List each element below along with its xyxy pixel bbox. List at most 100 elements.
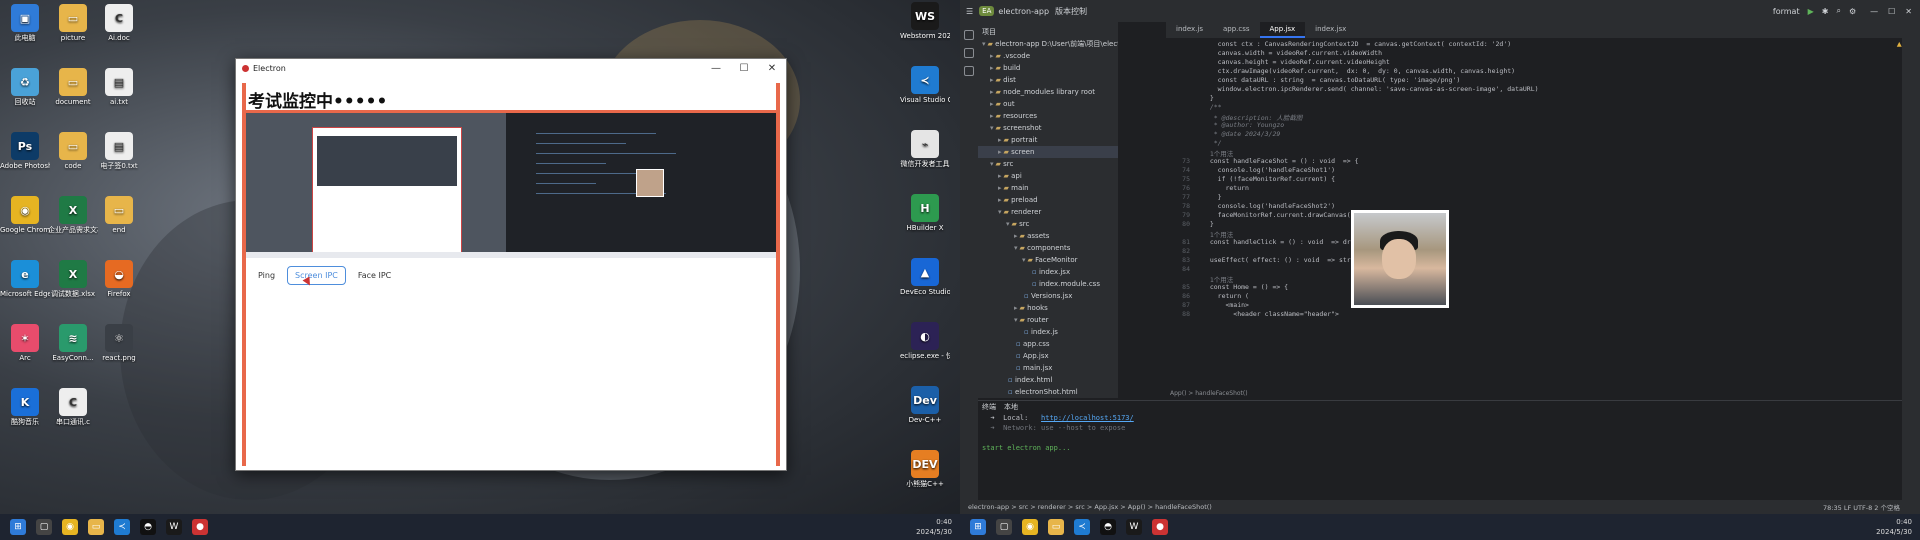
window-minimize-icon[interactable]: — bbox=[1870, 7, 1878, 16]
minimize-icon[interactable]: — bbox=[702, 63, 730, 74]
code-line[interactable]: return ( bbox=[1202, 292, 1249, 300]
window-maximize-icon[interactable]: ☐ bbox=[1888, 7, 1895, 16]
desktop-icon[interactable]: ◒ Firefox bbox=[94, 260, 144, 299]
task-view-icon[interactable]: ▢ bbox=[996, 519, 1012, 535]
structure-tool-icon[interactable] bbox=[964, 48, 974, 58]
code-line[interactable]: } bbox=[1202, 193, 1222, 201]
windows-start-icon[interactable]: ⊞ bbox=[10, 519, 26, 535]
tree-folder[interactable]: ▸ ▰ node_modules library root bbox=[978, 86, 1118, 98]
chrome-taskbar-icon[interactable]: ◉ bbox=[62, 519, 78, 535]
code-line[interactable]: } bbox=[1202, 94, 1214, 102]
code-line[interactable]: */ bbox=[1202, 139, 1222, 147]
desktop-icon[interactable]: C Ai.doc bbox=[94, 4, 144, 43]
chevron-right-icon[interactable]: ▸ bbox=[998, 184, 1002, 192]
vscode-taskbar-icon[interactable]: ≺ bbox=[1074, 519, 1090, 535]
desktop-icon[interactable]: K 酷狗音乐 bbox=[0, 388, 50, 427]
code-line[interactable]: canvas.height = videoRef.current.videoHe… bbox=[1202, 58, 1390, 66]
tree-file[interactable]: ▫ electronShot.html bbox=[978, 386, 1118, 398]
project-tool-icon[interactable] bbox=[964, 30, 974, 40]
code-line[interactable]: <main> bbox=[1202, 301, 1249, 309]
screen-ipc-button[interactable]: Screen IPC bbox=[287, 265, 346, 285]
chevron-down-icon[interactable]: ▾ bbox=[1014, 244, 1018, 252]
chevron-down-icon[interactable]: ▾ bbox=[1022, 256, 1026, 264]
project-switcher[interactable]: electron-app bbox=[998, 7, 1049, 16]
chevron-right-icon[interactable]: ▸ bbox=[998, 136, 1002, 144]
window-close-icon[interactable]: ✕ bbox=[1905, 7, 1912, 16]
run-config[interactable]: format bbox=[1773, 7, 1800, 16]
editor-breadcrumb[interactable]: App() > handleFaceShot() bbox=[1166, 390, 1920, 398]
face-ipc-button[interactable]: Face IPC bbox=[349, 265, 400, 285]
desktop-icon[interactable]: Ps Adobe Photosh... bbox=[0, 132, 50, 171]
code-line[interactable]: /** bbox=[1202, 103, 1222, 111]
editor-tab[interactable]: App.jsx bbox=[1259, 22, 1306, 38]
code-line[interactable]: const Home = () => { bbox=[1202, 283, 1288, 291]
code-line[interactable]: console.log('handleFaceShot1') bbox=[1202, 166, 1335, 174]
code-line[interactable]: <header className="header"> bbox=[1202, 310, 1339, 318]
terminal-tab[interactable]: 终端 bbox=[982, 402, 996, 412]
chevron-right-icon[interactable]: ▸ bbox=[990, 100, 994, 108]
electron-taskbar-icon[interactable]: ● bbox=[1152, 519, 1168, 535]
tree-file[interactable]: ▫ index.js bbox=[978, 326, 1118, 338]
hamburger-icon[interactable]: ☰ bbox=[966, 7, 973, 16]
status-right[interactable]: 78:35 LF UTF-8 2 个空格 bbox=[1823, 502, 1920, 512]
chevron-right-icon[interactable]: ▸ bbox=[998, 196, 1002, 204]
task-view-icon[interactable]: ▢ bbox=[36, 519, 52, 535]
local-tab[interactable]: 本地 bbox=[1004, 402, 1018, 412]
vcs-menu[interactable]: 版本控制 bbox=[1055, 6, 1087, 17]
chevron-right-icon[interactable]: ▸ bbox=[998, 148, 1002, 156]
code-line[interactable]: ctx.drawImage(videoRef.current, dx: 0, d… bbox=[1202, 67, 1515, 75]
file-explorer-icon[interactable]: ▭ bbox=[1048, 519, 1064, 535]
desktop-icon[interactable]: X 调试数据.xlsx bbox=[48, 260, 98, 299]
code-line[interactable]: const ctx : CanvasRenderingContext2D = c… bbox=[1202, 40, 1512, 48]
run-icon[interactable]: ▶ bbox=[1808, 7, 1814, 16]
webstorm-taskbar-icon[interactable]: W bbox=[166, 519, 182, 535]
tree-folder[interactable]: ▾ ▰ src bbox=[978, 218, 1118, 230]
tree-folder[interactable]: ▾ ▰ screenshot bbox=[978, 122, 1118, 134]
terminal-panel[interactable]: 终端 本地 ➜ Local: http://localhost:5173/ ➜ … bbox=[978, 400, 1920, 500]
localhost-link[interactable]: http://localhost:5173/ bbox=[1041, 414, 1134, 422]
desktop-icon[interactable]: ▤ 电子签0.txt bbox=[94, 132, 144, 171]
tree-folder[interactable]: ▸ ▰ api bbox=[978, 170, 1118, 182]
desktop-icon[interactable]: ◉ Google Chrome bbox=[0, 196, 50, 235]
tree-folder[interactable]: ▾ ▰ renderer bbox=[978, 206, 1118, 218]
tree-file[interactable]: ▫ main.jsx bbox=[978, 362, 1118, 374]
tree-file[interactable]: ▫ index.html bbox=[978, 374, 1118, 386]
desktop-icon[interactable]: ≋ EasyConn... bbox=[48, 324, 98, 363]
chevron-right-icon[interactable]: ▸ bbox=[998, 172, 1002, 180]
search-icon[interactable]: ⌕ bbox=[1836, 6, 1840, 16]
tree-file[interactable]: ▫ index.module.css bbox=[978, 278, 1118, 290]
settings-icon[interactable]: ⚙ bbox=[1849, 7, 1856, 16]
desktop-icon[interactable]: DEV 小熊猫C++ bbox=[900, 450, 950, 489]
taskbar-clock-right[interactable]: 0:40 2024/5/30 bbox=[1876, 517, 1912, 537]
tree-folder[interactable]: ▸ ▰ dist bbox=[978, 74, 1118, 86]
qq-taskbar-icon[interactable]: ◓ bbox=[140, 519, 156, 535]
chevron-down-icon[interactable]: ▾ bbox=[1006, 220, 1010, 228]
tree-folder[interactable]: ▾ ▰ FaceMonitor bbox=[978, 254, 1118, 266]
code-line[interactable]: if (!faceMonitorRef.current) { bbox=[1202, 175, 1335, 183]
code-line[interactable]: canvas.width = videoRef.current.videoWid… bbox=[1202, 49, 1382, 57]
chevron-down-icon[interactable]: ▾ bbox=[982, 40, 986, 48]
file-explorer-icon[interactable]: ▭ bbox=[88, 519, 104, 535]
chevron-right-icon[interactable]: ▸ bbox=[990, 112, 994, 120]
ping-button[interactable]: Ping bbox=[250, 265, 284, 285]
tree-folder[interactable]: ▸ ▰ portrait bbox=[978, 134, 1118, 146]
webstorm-taskbar-icon[interactable]: W bbox=[1126, 519, 1142, 535]
tree-folder[interactable]: ▾ ▰ router bbox=[978, 314, 1118, 326]
desktop-icon[interactable]: Dev Dev-C++ bbox=[900, 386, 950, 425]
more-tools-icon[interactable] bbox=[964, 66, 974, 76]
desktop-icon[interactable]: X 企业产品需求文档.xlsx bbox=[48, 196, 98, 235]
tree-folder[interactable]: ▸ ▰ build bbox=[978, 62, 1118, 74]
code-line[interactable]: window.electron.ipcRenderer.send( channe… bbox=[1202, 85, 1539, 93]
desktop-icon[interactable]: C 串口通讯.c bbox=[48, 388, 98, 427]
chevron-down-icon[interactable]: ▾ bbox=[1014, 316, 1018, 324]
code-line[interactable]: const dataURL : string = canvas.toDataUR… bbox=[1202, 76, 1461, 84]
desktop-icon[interactable]: WS Webstorm 2021.3.3 bbox=[900, 2, 950, 41]
chevron-right-icon[interactable]: ▸ bbox=[990, 52, 994, 60]
electron-taskbar-icon[interactable]: ● bbox=[192, 519, 208, 535]
desktop-icon[interactable]: ≺ Visual Studio Code bbox=[900, 66, 950, 105]
tree-folder[interactable]: ▸ ▰ resources bbox=[978, 110, 1118, 122]
windows-start-icon[interactable]: ⊞ bbox=[970, 519, 986, 535]
desktop-icon[interactable]: ♻ 回收站 bbox=[0, 68, 50, 107]
chevron-right-icon[interactable]: ▸ bbox=[1014, 232, 1018, 240]
chevron-down-icon[interactable]: ▾ bbox=[990, 160, 994, 168]
